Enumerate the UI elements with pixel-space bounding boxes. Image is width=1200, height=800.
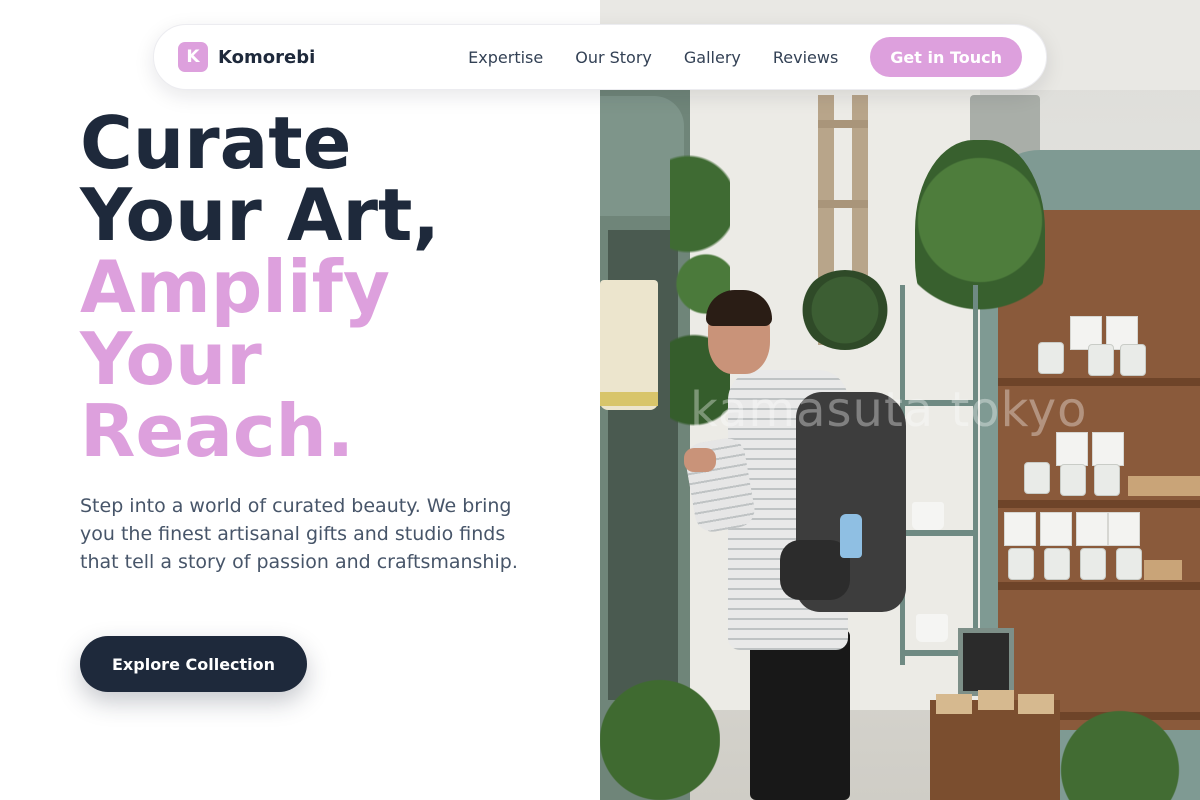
- photo-jar: [1008, 548, 1034, 580]
- photo-product-box: [1092, 432, 1124, 466]
- photo-jar: [1044, 548, 1070, 580]
- photo-mug: [912, 502, 944, 530]
- nav-links: Expertise Our Story Gallery Reviews Get …: [436, 37, 1022, 77]
- photo-chalkboard-sign: [958, 628, 1014, 696]
- photo-shelf: [998, 500, 1200, 508]
- photo-person-legs: [750, 630, 850, 800]
- photo-kraft-box: [1144, 560, 1182, 580]
- explore-collection-button[interactable]: Explore Collection: [80, 636, 308, 692]
- photo-tote-stripe: [600, 392, 658, 406]
- photo-fern: [1040, 700, 1200, 800]
- logo-icon[interactable]: K: [178, 42, 208, 72]
- photo-kraft-box: [1166, 476, 1200, 496]
- photo-jar: [1120, 344, 1146, 376]
- hero-headline: Curate Your Art, Amplify Your Reach.: [80, 107, 440, 467]
- photo-jar: [1060, 464, 1086, 496]
- photo-ladder-rung: [818, 200, 868, 208]
- photo-mug: [916, 614, 948, 642]
- photo-jar: [1080, 548, 1106, 580]
- headline-accent-line: Reach.: [80, 389, 355, 473]
- photo-tote-bag: [600, 280, 658, 410]
- photo-jar: [1024, 462, 1050, 494]
- hero-photo: kamasuta tokyo: [600, 0, 1200, 800]
- photo-kraft-box: [1128, 476, 1166, 496]
- photo-product-box: [1040, 512, 1072, 546]
- nav-link-gallery[interactable]: Gallery: [684, 48, 741, 67]
- photo-watermark: kamasuta tokyo: [690, 382, 1088, 438]
- photo-product-box: [1108, 512, 1140, 546]
- navbar: K Komorebi Expertise Our Story Gallery R…: [153, 24, 1047, 90]
- photo-water-bottle: [840, 514, 862, 558]
- headline-line: Your Art,: [80, 173, 440, 257]
- photo-hanging-plant: [800, 270, 890, 350]
- get-in-touch-button[interactable]: Get in Touch: [870, 37, 1022, 77]
- nav-link-reviews[interactable]: Reviews: [773, 48, 838, 67]
- headline-accent-line: Amplify: [80, 245, 390, 329]
- photo-shelf: [998, 582, 1200, 590]
- photo-glass-shelf-bar: [900, 530, 978, 536]
- photo-glass-shelf: [900, 285, 978, 665]
- photo-ladder-rung: [818, 120, 868, 128]
- photo-jar: [1116, 548, 1142, 580]
- nav-link-expertise[interactable]: Expertise: [468, 48, 543, 67]
- nav-link-our-story[interactable]: Our Story: [575, 48, 652, 67]
- photo-jar: [1088, 344, 1114, 376]
- brand-name[interactable]: Komorebi: [218, 47, 315, 68]
- photo-card: [978, 690, 1014, 710]
- photo-jar: [1038, 342, 1064, 374]
- photo-product-box: [1004, 512, 1036, 546]
- hero-description: Step into a world of curated beauty. We …: [80, 495, 518, 573]
- photo-card: [1018, 694, 1054, 714]
- headline-accent-line: Your: [80, 317, 262, 401]
- photo-product-box: [1076, 512, 1108, 546]
- photo-person-hand: [684, 448, 716, 472]
- photo-card: [936, 694, 972, 714]
- headline-line: Curate: [80, 101, 352, 185]
- photo-jar: [1094, 464, 1120, 496]
- photo-fern: [600, 650, 720, 800]
